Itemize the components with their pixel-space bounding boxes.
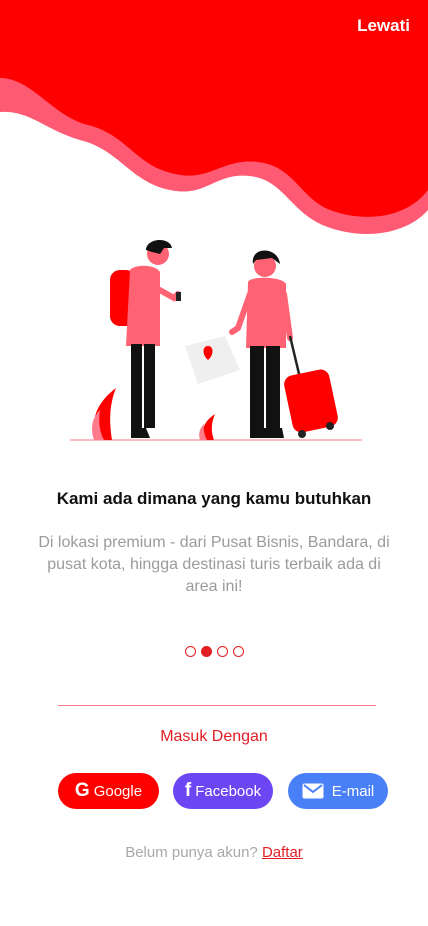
signup-row: Belum punya akun? Daftar [0,844,428,861]
onboarding-description: Di lokasi premium - dari Pusat Bisnis, B… [38,534,390,595]
page-dot[interactable] [200,646,212,657]
onboarding-title: Kami ada dimana yang kamu butuhkan [56,489,372,508]
skip-button[interactable]: Lewati [357,16,410,36]
facebook-button-label: Facebook [195,782,262,800]
google-button-label: Google [93,782,143,800]
travel-illustration [70,239,362,441]
signup-link[interactable]: Daftar [262,844,303,861]
page-dot[interactable] [184,646,196,657]
header-blob-decoration [0,0,428,234]
email-button-label: E-mail [331,782,375,800]
page-indicator [0,646,428,657]
facebook-login-button[interactable]: f Facebook [173,773,273,809]
facebook-icon: f [184,780,192,801]
page-dot[interactable] [232,646,244,657]
login-with-heading: Masuk Dengan [160,728,268,745]
divider [58,705,376,706]
email-login-button[interactable]: E-mail [288,773,388,809]
google-login-button[interactable]: G Google [58,773,159,809]
signup-prompt: Belum punya akun? [125,844,258,861]
mail-icon [302,783,324,799]
google-icon: G [74,780,90,801]
page-dot[interactable] [216,646,228,657]
